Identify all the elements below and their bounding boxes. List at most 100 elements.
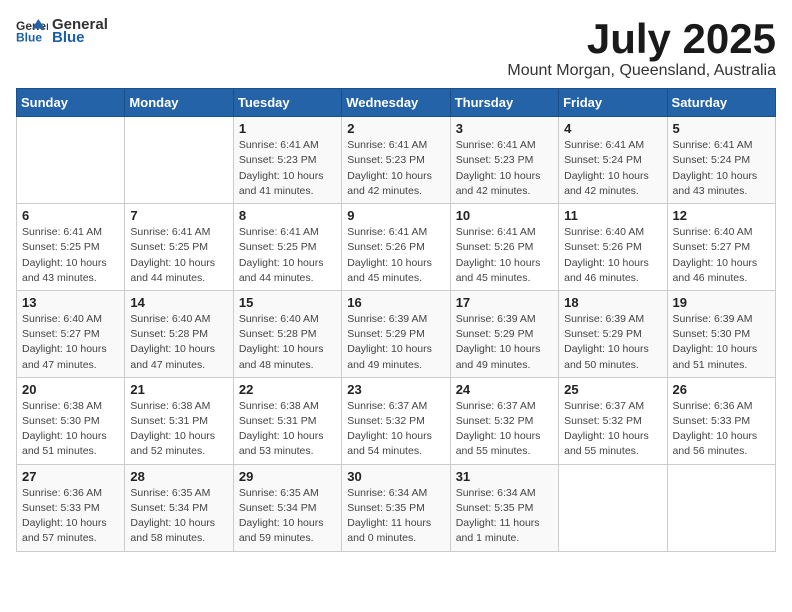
logo: General Blue General Blue <box>16 16 108 46</box>
day-number: 13 <box>22 295 119 310</box>
calendar-cell: 28 Sunrise: 6:35 AM Sunset: 5:34 PM Dayli… <box>125 464 233 551</box>
day-number: 12 <box>673 208 770 223</box>
day-info: Sunrise: 6:41 AM Sunset: 5:25 PM Dayligh… <box>239 225 336 286</box>
calendar-cell <box>125 117 233 204</box>
svg-text:Blue: Blue <box>16 30 42 44</box>
calendar-cell: 21 Sunrise: 6:38 AM Sunset: 5:31 PM Dayli… <box>125 377 233 464</box>
day-info: Sunrise: 6:36 AM Sunset: 5:33 PM Dayligh… <box>22 486 119 547</box>
day-info: Sunrise: 6:41 AM Sunset: 5:26 PM Dayligh… <box>347 225 444 286</box>
day-info: Sunrise: 6:40 AM Sunset: 5:27 PM Dayligh… <box>22 312 119 373</box>
calendar-cell: 4 Sunrise: 6:41 AM Sunset: 5:24 PM Daylig… <box>559 117 667 204</box>
weekday-header-saturday: Saturday <box>667 89 775 117</box>
weekday-header-wednesday: Wednesday <box>342 89 450 117</box>
day-info: Sunrise: 6:34 AM Sunset: 5:35 PM Dayligh… <box>456 486 553 547</box>
day-info: Sunrise: 6:41 AM Sunset: 5:23 PM Dayligh… <box>239 138 336 199</box>
day-number: 25 <box>564 382 661 397</box>
day-number: 28 <box>130 469 227 484</box>
day-number: 17 <box>456 295 553 310</box>
calendar-cell: 24 Sunrise: 6:37 AM Sunset: 5:32 PM Dayli… <box>450 377 558 464</box>
day-number: 7 <box>130 208 227 223</box>
day-number: 6 <box>22 208 119 223</box>
day-info: Sunrise: 6:41 AM Sunset: 5:25 PM Dayligh… <box>130 225 227 286</box>
day-info: Sunrise: 6:41 AM Sunset: 5:24 PM Dayligh… <box>673 138 770 199</box>
day-number: 5 <box>673 121 770 136</box>
calendar-cell: 9 Sunrise: 6:41 AM Sunset: 5:26 PM Daylig… <box>342 204 450 291</box>
calendar-cell: 2 Sunrise: 6:41 AM Sunset: 5:23 PM Daylig… <box>342 117 450 204</box>
day-info: Sunrise: 6:36 AM Sunset: 5:33 PM Dayligh… <box>673 399 770 460</box>
day-number: 23 <box>347 382 444 397</box>
calendar-cell: 17 Sunrise: 6:39 AM Sunset: 5:29 PM Dayli… <box>450 290 558 377</box>
day-number: 2 <box>347 121 444 136</box>
calendar-cell <box>559 464 667 551</box>
day-info: Sunrise: 6:40 AM Sunset: 5:28 PM Dayligh… <box>130 312 227 373</box>
calendar: SundayMondayTuesdayWednesdayThursdayFrid… <box>16 88 776 551</box>
day-number: 9 <box>347 208 444 223</box>
calendar-cell: 15 Sunrise: 6:40 AM Sunset: 5:28 PM Dayli… <box>233 290 341 377</box>
day-number: 26 <box>673 382 770 397</box>
day-info: Sunrise: 6:39 AM Sunset: 5:29 PM Dayligh… <box>564 312 661 373</box>
header: General Blue General Blue July 2025 Moun… <box>16 16 776 80</box>
day-info: Sunrise: 6:41 AM Sunset: 5:24 PM Dayligh… <box>564 138 661 199</box>
day-info: Sunrise: 6:41 AM Sunset: 5:23 PM Dayligh… <box>347 138 444 199</box>
month-title: July 2025 <box>507 16 776 62</box>
calendar-cell: 19 Sunrise: 6:39 AM Sunset: 5:30 PM Dayli… <box>667 290 775 377</box>
calendar-cell: 25 Sunrise: 6:37 AM Sunset: 5:32 PM Dayli… <box>559 377 667 464</box>
day-info: Sunrise: 6:39 AM Sunset: 5:29 PM Dayligh… <box>456 312 553 373</box>
day-info: Sunrise: 6:39 AM Sunset: 5:30 PM Dayligh… <box>673 312 770 373</box>
day-number: 24 <box>456 382 553 397</box>
day-number: 18 <box>564 295 661 310</box>
day-number: 30 <box>347 469 444 484</box>
day-info: Sunrise: 6:39 AM Sunset: 5:29 PM Dayligh… <box>347 312 444 373</box>
calendar-cell: 11 Sunrise: 6:40 AM Sunset: 5:26 PM Dayli… <box>559 204 667 291</box>
day-number: 4 <box>564 121 661 136</box>
weekday-header-sunday: Sunday <box>17 89 125 117</box>
day-info: Sunrise: 6:41 AM Sunset: 5:26 PM Dayligh… <box>456 225 553 286</box>
day-number: 19 <box>673 295 770 310</box>
calendar-cell: 31 Sunrise: 6:34 AM Sunset: 5:35 PM Dayli… <box>450 464 558 551</box>
day-number: 14 <box>130 295 227 310</box>
calendar-cell: 20 Sunrise: 6:38 AM Sunset: 5:30 PM Dayli… <box>17 377 125 464</box>
day-number: 27 <box>22 469 119 484</box>
day-number: 1 <box>239 121 336 136</box>
day-info: Sunrise: 6:40 AM Sunset: 5:27 PM Dayligh… <box>673 225 770 286</box>
day-info: Sunrise: 6:40 AM Sunset: 5:26 PM Dayligh… <box>564 225 661 286</box>
calendar-cell: 13 Sunrise: 6:40 AM Sunset: 5:27 PM Dayli… <box>17 290 125 377</box>
day-info: Sunrise: 6:34 AM Sunset: 5:35 PM Dayligh… <box>347 486 444 547</box>
logo-icon: General Blue <box>16 17 48 45</box>
day-info: Sunrise: 6:37 AM Sunset: 5:32 PM Dayligh… <box>456 399 553 460</box>
calendar-cell: 22 Sunrise: 6:38 AM Sunset: 5:31 PM Dayli… <box>233 377 341 464</box>
weekday-header-tuesday: Tuesday <box>233 89 341 117</box>
day-number: 29 <box>239 469 336 484</box>
calendar-cell <box>17 117 125 204</box>
day-info: Sunrise: 6:41 AM Sunset: 5:25 PM Dayligh… <box>22 225 119 286</box>
day-number: 3 <box>456 121 553 136</box>
calendar-cell: 18 Sunrise: 6:39 AM Sunset: 5:29 PM Dayli… <box>559 290 667 377</box>
calendar-cell: 29Sunrise: 6:35 AM Sunset: 5:34 PM Dayli… <box>233 464 341 551</box>
calendar-cell <box>667 464 775 551</box>
day-number: 11 <box>564 208 661 223</box>
calendar-cell: 16Sunrise: 6:39 AM Sunset: 5:29 PM Dayli… <box>342 290 450 377</box>
calendar-cell: 10Sunrise: 6:41 AM Sunset: 5:26 PM Dayli… <box>450 204 558 291</box>
day-info: Sunrise: 6:35 AM Sunset: 5:34 PM Dayligh… <box>130 486 227 547</box>
day-info: Sunrise: 6:38 AM Sunset: 5:31 PM Dayligh… <box>239 399 336 460</box>
day-info: Sunrise: 6:38 AM Sunset: 5:30 PM Dayligh… <box>22 399 119 460</box>
weekday-header-thursday: Thursday <box>450 89 558 117</box>
day-number: 15 <box>239 295 336 310</box>
day-info: Sunrise: 6:37 AM Sunset: 5:32 PM Dayligh… <box>564 399 661 460</box>
day-number: 31 <box>456 469 553 484</box>
day-info: Sunrise: 6:41 AM Sunset: 5:23 PM Dayligh… <box>456 138 553 199</box>
calendar-cell: 12 Sunrise: 6:40 AM Sunset: 5:27 PM Dayli… <box>667 204 775 291</box>
day-number: 22 <box>239 382 336 397</box>
day-number: 21 <box>130 382 227 397</box>
day-info: Sunrise: 6:38 AM Sunset: 5:31 PM Dayligh… <box>130 399 227 460</box>
calendar-cell: 30 Sunrise: 6:34 AM Sunset: 5:35 PM Dayli… <box>342 464 450 551</box>
calendar-cell: 1 Sunrise: 6:41 AM Sunset: 5:23 PM Daylig… <box>233 117 341 204</box>
day-info: Sunrise: 6:37 AM Sunset: 5:32 PM Dayligh… <box>347 399 444 460</box>
day-number: 8 <box>239 208 336 223</box>
location-title: Mount Morgan, Queensland, Australia <box>507 62 776 80</box>
calendar-cell: 8 Sunrise: 6:41 AM Sunset: 5:25 PM Daylig… <box>233 204 341 291</box>
calendar-cell: 26 Sunrise: 6:36 AM Sunset: 5:33 PM Dayli… <box>667 377 775 464</box>
day-number: 20 <box>22 382 119 397</box>
day-info: Sunrise: 6:40 AM Sunset: 5:28 PM Dayligh… <box>239 312 336 373</box>
calendar-cell: 3 Sunrise: 6:41 AM Sunset: 5:23 PM Daylig… <box>450 117 558 204</box>
